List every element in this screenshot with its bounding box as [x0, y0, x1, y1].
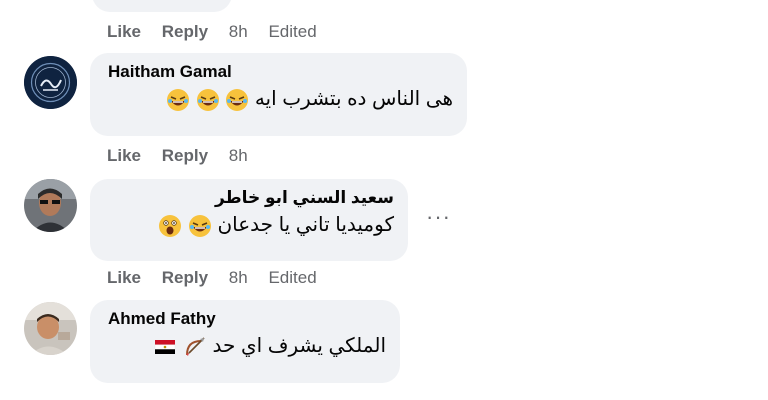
comment-text: هى الناس ده بتشرب ايه — [108, 86, 453, 112]
comment-bubble: Ahmed Fathy الملكي يشرف اي حد — [90, 300, 400, 383]
like-link[interactable]: Like — [107, 268, 141, 288]
timestamp[interactable]: 8h — [229, 268, 248, 288]
flag-egypt-icon — [153, 335, 177, 359]
comment-author[interactable]: Ahmed Fathy — [108, 309, 386, 329]
rolling-laughing-face-icon — [225, 88, 249, 112]
like-link[interactable]: Like — [107, 146, 141, 166]
comment-author[interactable]: Haitham Gamal — [108, 62, 453, 82]
rolling-laughing-face-icon — [196, 88, 220, 112]
comment-body: كوميديا تاني يا جدعان — [217, 214, 394, 236]
rolling-laughing-face-icon — [188, 214, 212, 238]
avatar[interactable] — [24, 302, 77, 355]
like-link[interactable]: Like — [107, 22, 141, 42]
comment-actions-previous: Like Reply 8h Edited — [107, 22, 333, 42]
reply-link[interactable]: Reply — [162, 22, 208, 42]
astonished-face-icon — [158, 214, 182, 238]
comment-bubble: سعيد السني ابو خاطر كوميديا تاني يا جدعا… — [90, 179, 408, 261]
avatar[interactable] — [24, 179, 77, 232]
comment-author[interactable]: سعيد السني ابو خاطر — [108, 188, 394, 208]
comment-text: الملكي يشرف اي حد — [108, 333, 386, 359]
comment-bubble: Haitham Gamal هى الناس ده بتشرب ايه — [90, 53, 467, 136]
avatar[interactable] — [24, 56, 77, 109]
edited-label[interactable]: Edited — [268, 268, 316, 288]
edited-label[interactable]: Edited — [268, 22, 316, 42]
reply-link[interactable]: Reply — [162, 146, 208, 166]
timestamp[interactable]: 8h — [229, 146, 248, 166]
bow-and-arrow-icon — [183, 335, 207, 359]
previous-comment-bubble-fragment — [92, 0, 232, 12]
rolling-laughing-face-icon — [166, 88, 190, 112]
comment-actions: Like Reply 8h Edited — [107, 268, 333, 288]
more-options-icon[interactable]: ··· — [426, 206, 451, 228]
comment-body: هى الناس ده بتشرب ايه — [254, 88, 453, 110]
reply-link[interactable]: Reply — [162, 268, 208, 288]
comment-text: كوميديا تاني يا جدعان — [108, 212, 394, 238]
comment-body: الملكي يشرف اي حد — [212, 335, 386, 357]
timestamp[interactable]: 8h — [229, 22, 248, 42]
comment-actions: Like Reply 8h — [107, 146, 264, 166]
